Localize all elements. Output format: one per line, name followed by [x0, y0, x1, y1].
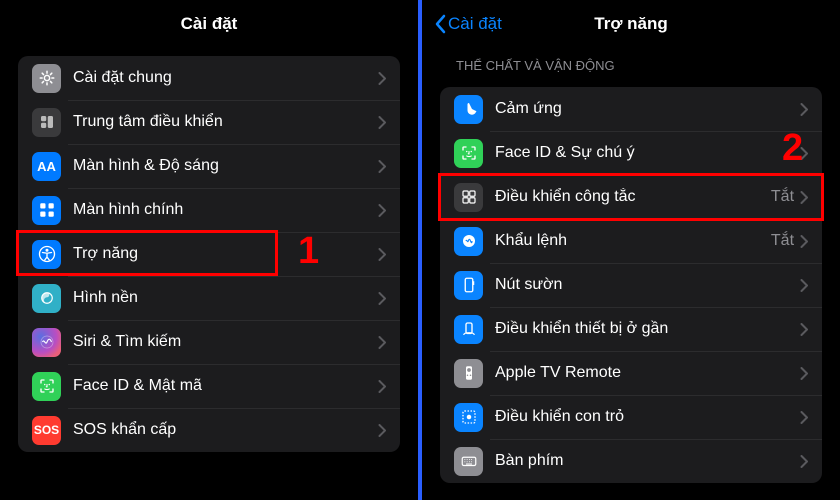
pointer-icon — [454, 403, 483, 432]
row-label: Màn hình chính — [73, 201, 378, 219]
row-apps[interactable]: Màn hình chính — [18, 188, 400, 232]
row-status: Tắt — [771, 232, 794, 250]
row-label: Face ID & Sự chú ý — [495, 144, 800, 162]
chevron-right-icon — [378, 160, 386, 173]
nearby-icon — [454, 315, 483, 344]
row-label: Điều khiển thiết bị ở gần — [495, 320, 800, 338]
row-gear[interactable]: Cài đặt chung — [18, 56, 400, 100]
gear-icon — [32, 64, 61, 93]
chevron-right-icon — [378, 116, 386, 129]
row-label: Nút sườn — [495, 276, 800, 294]
sidebtn-icon — [454, 271, 483, 300]
row-pointer[interactable]: Điều khiển con trỏ — [440, 395, 822, 439]
chevron-right-icon — [800, 455, 808, 468]
row-touch[interactable]: Cảm ứng — [440, 87, 822, 131]
row-faceid[interactable]: Face ID & Sự chú ý — [440, 131, 822, 175]
accessibility-list: Cảm ứng Face ID & Sự chú ý Điều khiển công… — [440, 87, 822, 483]
section-header: THỂ CHẤT VÀ VẬN ĐỘNG — [422, 48, 840, 79]
chevron-right-icon — [378, 380, 386, 393]
keyboard-icon — [454, 447, 483, 476]
chevron-right-icon — [800, 367, 808, 380]
aa-icon: AA — [32, 152, 61, 181]
chevron-right-icon — [800, 147, 808, 160]
chevron-right-icon — [800, 103, 808, 116]
settings-list: Cài đặt chung Trung tâm điều khiển AA Màn h… — [18, 56, 400, 452]
row-label: Trợ năng — [73, 245, 378, 263]
chevron-right-icon — [378, 248, 386, 261]
row-accessibility[interactable]: Trợ năng — [18, 232, 400, 276]
faceid-icon — [454, 139, 483, 168]
back-label: Cài đặt — [448, 14, 502, 34]
row-aa[interactable]: AA Màn hình & Độ sáng — [18, 144, 400, 188]
accessibility-icon — [32, 240, 61, 269]
chevron-right-icon — [800, 323, 808, 336]
row-sidebtn[interactable]: Nút sườn — [440, 263, 822, 307]
row-remote[interactable]: Apple TV Remote — [440, 351, 822, 395]
apps-icon — [32, 196, 61, 225]
switchctl-icon — [454, 183, 483, 212]
row-label: Khẩu lệnh — [495, 232, 771, 250]
sos-icon: SOS — [32, 416, 61, 445]
header-left: Cài đặt — [0, 0, 418, 48]
header-right: Cài đặt Trợ năng — [422, 0, 840, 48]
row-label: Màn hình & Độ sáng — [73, 157, 378, 175]
row-label: Hình nền — [73, 289, 378, 307]
accessibility-screen: Cài đặt Trợ năng THỂ CHẤT VÀ VẬN ĐỘNG Cả… — [422, 0, 840, 500]
chevron-right-icon — [800, 411, 808, 424]
row-label: Điều khiển công tắc — [495, 188, 771, 206]
chevron-right-icon — [378, 72, 386, 85]
row-label: Cài đặt chung — [73, 69, 378, 87]
row-wallpaper[interactable]: Hình nền — [18, 276, 400, 320]
row-siri[interactable]: Siri & Tìm kiếm — [18, 320, 400, 364]
chevron-right-icon — [378, 336, 386, 349]
row-voice[interactable]: Khẩu lệnhTắt — [440, 219, 822, 263]
siri-icon — [32, 328, 61, 357]
row-label: SOS khẩn cấp — [73, 421, 378, 439]
wallpaper-icon — [32, 284, 61, 313]
page-title: Cài đặt — [181, 14, 238, 34]
chevron-right-icon — [800, 191, 808, 204]
chevron-right-icon — [378, 292, 386, 305]
row-faceid[interactable]: Face ID & Mật mã — [18, 364, 400, 408]
row-label: Face ID & Mật mã — [73, 377, 378, 395]
row-label: Điều khiển con trỏ — [495, 408, 800, 426]
chevron-right-icon — [378, 424, 386, 437]
controlcenter-icon — [32, 108, 61, 137]
row-status: Tắt — [771, 188, 794, 206]
page-title: Trợ năng — [594, 14, 667, 34]
chevron-right-icon — [378, 204, 386, 217]
row-sos[interactable]: SOS SOS khẩn cấp — [18, 408, 400, 452]
settings-screen: Cài đặt Cài đặt chung Trung tâm điều khiể… — [0, 0, 418, 500]
row-keyboard[interactable]: Bàn phím — [440, 439, 822, 483]
row-label: Cảm ứng — [495, 100, 800, 118]
chevron-left-icon — [434, 14, 446, 34]
row-label: Apple TV Remote — [495, 364, 800, 382]
row-label: Siri & Tìm kiếm — [73, 333, 378, 351]
faceid-icon — [32, 372, 61, 401]
chevron-right-icon — [800, 279, 808, 292]
chevron-right-icon — [800, 235, 808, 248]
row-controlcenter[interactable]: Trung tâm điều khiển — [18, 100, 400, 144]
row-label: Trung tâm điều khiển — [73, 113, 378, 131]
voice-icon — [454, 227, 483, 256]
touch-icon — [454, 95, 483, 124]
row-switchctl[interactable]: Điều khiển công tắcTắt — [440, 175, 822, 219]
remote-icon — [454, 359, 483, 388]
back-button[interactable]: Cài đặt — [434, 14, 502, 34]
row-label: Bàn phím — [495, 452, 800, 470]
row-nearby[interactable]: Điều khiển thiết bị ở gần — [440, 307, 822, 351]
